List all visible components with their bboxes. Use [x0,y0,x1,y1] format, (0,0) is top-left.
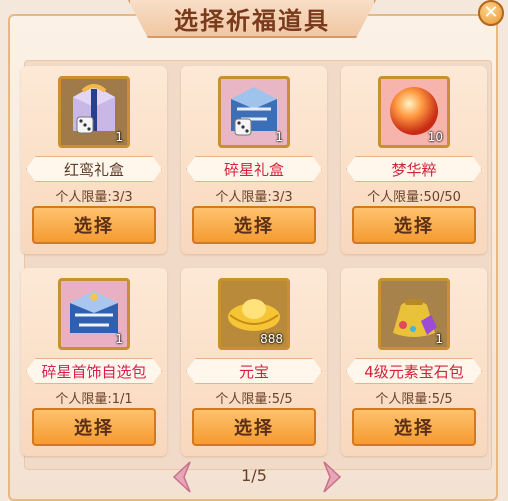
item-card: 1 碎星礼盒 个人限量:3/3 选择 [181,66,327,254]
pagination: 1/5 [0,458,508,498]
purchase-limit: 个人限量:5/5 [375,392,453,407]
previous-page-arrow-icon[interactable] [170,460,192,494]
purchase-limit: 个人限量:1/1 [55,392,133,407]
item-quantity: 1 [275,130,283,144]
dream-essence-orb-icon: 10 [378,76,450,148]
title-banner: 选择祈福道具 [128,0,376,38]
star-fragment-gift-box-icon: 1 [218,76,290,148]
item-quantity: 10 [427,130,443,144]
item-card: 888 元宝 个人限量:5/5 选择 [181,268,327,456]
purchase-limit: 个人限量:50/50 [367,190,461,205]
item-name: 碎星礼盒 [186,156,322,182]
jewelry-selection-box-icon: 1 [58,278,130,350]
gem-bag-icon: 1 [378,278,450,350]
close-button[interactable]: ✕ [478,0,504,26]
select-button[interactable]: 选择 [352,206,476,244]
item-quantity: 1 [435,332,443,346]
purchase-limit: 个人限量:5/5 [215,392,293,407]
item-name: 碎星首饰自选包 [26,358,162,384]
close-icon: ✕ [483,2,499,23]
item-card: 1 碎星首饰自选包 个人限量:1/1 选择 [21,268,167,456]
item-quantity: 1 [115,332,123,346]
item-card: 1 4级元素宝石包 个人限量:5/5 选择 [341,268,487,456]
select-button[interactable]: 选择 [32,206,156,244]
red-phoenix-gift-box-icon: 1 [58,76,130,148]
item-quantity: 1 [115,130,123,144]
item-name: 元宝 [186,358,322,384]
item-name: 4级元素宝石包 [346,358,482,384]
dialog-title: 选择祈福道具 [174,6,330,35]
item-card: 1 红鸾礼盒 个人限量:3/3 选择 [21,66,167,254]
select-button[interactable]: 选择 [192,206,316,244]
next-page-arrow-icon[interactable] [322,460,344,494]
gold-ingot-icon: 888 [218,278,290,350]
item-card: 10 梦华粹 个人限量:50/50 选择 [341,66,487,254]
select-button[interactable]: 选择 [352,408,476,446]
item-name: 梦华粹 [346,156,482,182]
purchase-limit: 个人限量:3/3 [215,190,293,205]
item-quantity: 888 [260,332,283,346]
page-indicator: 1/5 [241,466,267,485]
select-button[interactable]: 选择 [32,408,156,446]
select-button[interactable]: 选择 [192,408,316,446]
purchase-limit: 个人限量:3/3 [55,190,133,205]
item-name: 红鸾礼盒 [26,156,162,182]
